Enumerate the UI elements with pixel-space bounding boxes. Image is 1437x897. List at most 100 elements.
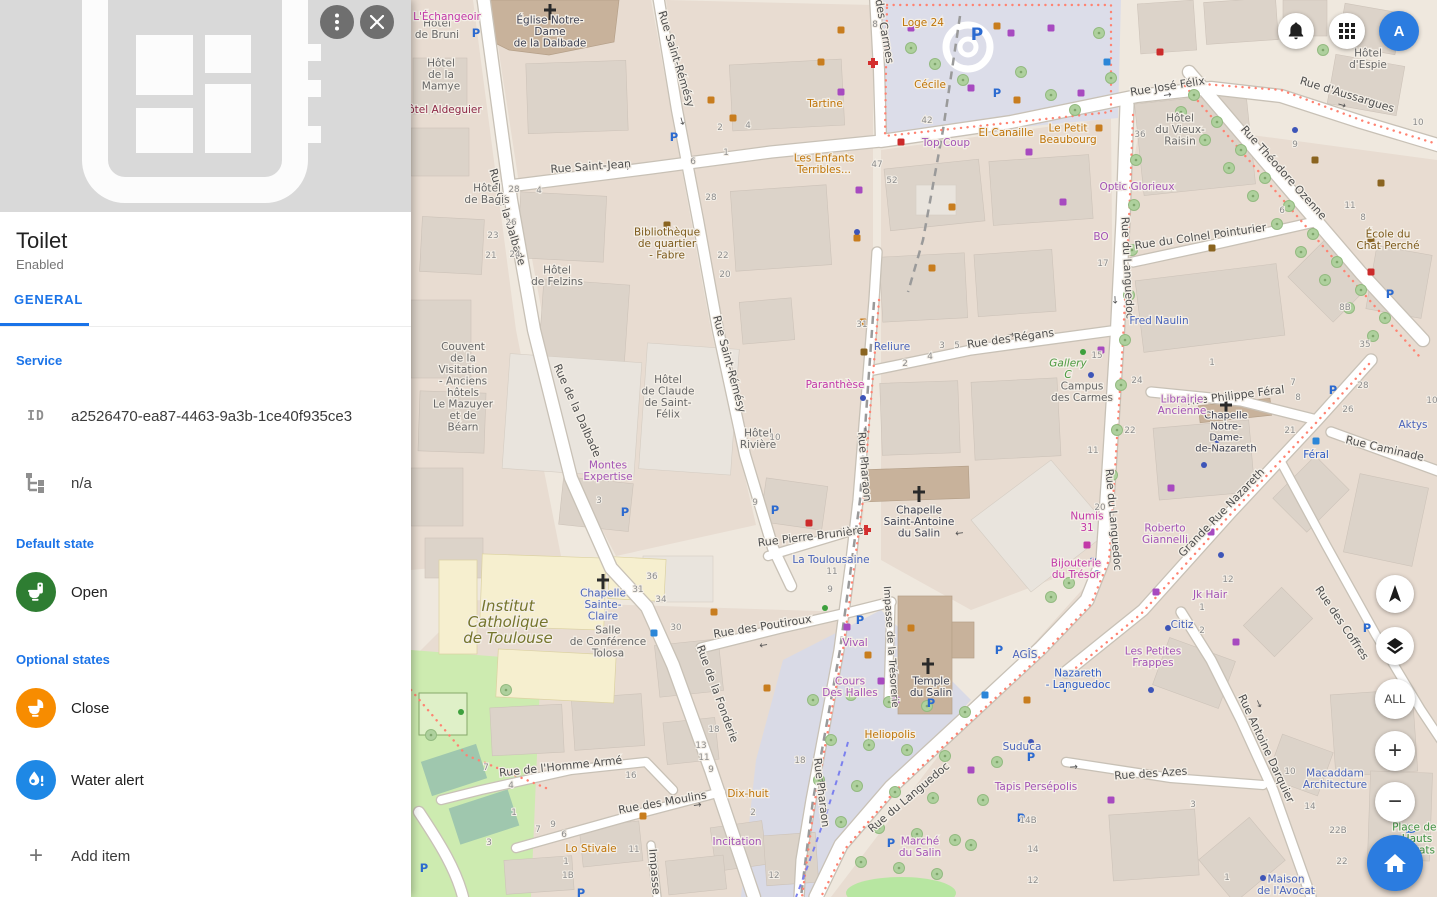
map-poi-label: Tartine bbox=[806, 98, 843, 110]
poi-icon bbox=[854, 235, 861, 242]
house-number: 22B bbox=[1329, 826, 1346, 836]
house-number: 22 bbox=[717, 251, 728, 261]
service-id-row: ID a2526470-ea87-4463-9a3b-1ce40f935ce3 bbox=[16, 408, 411, 425]
poi-icon bbox=[994, 23, 1001, 30]
parking-icon: P bbox=[1363, 621, 1371, 635]
house-number: 14 bbox=[1304, 802, 1316, 812]
poi-icon bbox=[861, 349, 868, 356]
misc-green-icon bbox=[1080, 349, 1086, 355]
map-poi-label: Hôtel Aldeguier bbox=[411, 104, 482, 116]
map-poi-label: Tapis Persépolis bbox=[994, 781, 1078, 793]
compass-locate-button[interactable] bbox=[1376, 575, 1414, 613]
house-number: 2 bbox=[902, 359, 908, 369]
layers-button[interactable] bbox=[1376, 627, 1414, 665]
service-id-value: a2526470-ea87-4463-9a3b-1ce40f935ce3 bbox=[71, 408, 352, 425]
kebab-menu-icon bbox=[335, 13, 339, 31]
house-number: 31 bbox=[632, 585, 643, 595]
house-number: 3 bbox=[486, 838, 492, 848]
house-number: 28 bbox=[1357, 381, 1368, 391]
map-poi-label: MontesExpertise bbox=[583, 459, 632, 483]
house-number: 7 bbox=[535, 825, 541, 835]
map-poi-label: Templedu Salin bbox=[910, 675, 952, 699]
oneway-arrow-icon: → bbox=[758, 638, 768, 650]
house-number: 10 bbox=[1284, 767, 1296, 777]
parking-icon: P bbox=[771, 503, 779, 517]
poi-icon bbox=[968, 767, 975, 774]
map-canvas[interactable]: PPPPPPPPPPPPPPPPPPP →→→→→→→→→→→→→→ Rue S… bbox=[411, 0, 1437, 897]
home-button[interactable] bbox=[1367, 835, 1423, 891]
house-number: 1 bbox=[511, 808, 517, 818]
house-number: 4 bbox=[508, 781, 514, 791]
poi-icon bbox=[865, 652, 872, 659]
zoom-in-button[interactable]: + bbox=[1375, 731, 1415, 771]
map-poi-label: AGÎS bbox=[1013, 648, 1038, 661]
add-item-row[interactable]: + Add item bbox=[16, 842, 411, 870]
map-poi-label: Nazareth- Languedoc bbox=[1046, 667, 1111, 691]
parking-icon: P bbox=[420, 861, 428, 875]
state-row-water-alert[interactable]: Water alert bbox=[16, 760, 411, 800]
house-number: 12 bbox=[1222, 575, 1233, 585]
poi-icon bbox=[806, 520, 813, 527]
map-poi-label: Suduca bbox=[1003, 741, 1042, 753]
house-number: 22 bbox=[1336, 857, 1347, 867]
poi-icon bbox=[1078, 90, 1085, 97]
notifications-button[interactable] bbox=[1278, 13, 1314, 49]
house-number: 8 bbox=[872, 20, 878, 30]
house-number: 1 bbox=[1199, 603, 1205, 613]
house-number: 15 bbox=[1091, 351, 1102, 361]
oneway-arrow-icon: → bbox=[954, 527, 964, 539]
close-panel-button[interactable] bbox=[360, 5, 394, 39]
house-number: 35 bbox=[1359, 340, 1370, 350]
state-label-water-alert: Water alert bbox=[71, 772, 144, 789]
office-dot-icon bbox=[1218, 552, 1224, 558]
map-poi-label: Hôteld'Espie bbox=[1349, 47, 1387, 71]
house-number: 12 bbox=[1027, 876, 1038, 886]
section-label-default-state: Default state bbox=[16, 536, 411, 551]
poi-icon bbox=[1096, 125, 1103, 132]
map-poi-label: Reliure bbox=[874, 341, 910, 353]
parking-icon: P bbox=[1386, 287, 1394, 301]
house-number: 28 bbox=[705, 193, 716, 203]
office-dot-icon bbox=[854, 229, 860, 235]
house-number: 22 bbox=[1124, 426, 1135, 436]
state-label-open: Open bbox=[71, 584, 108, 601]
house-number: 8B bbox=[1339, 303, 1351, 313]
house-number: 34 bbox=[655, 595, 667, 605]
avatar[interactable]: A bbox=[1379, 11, 1419, 51]
state-row-open[interactable]: Open bbox=[16, 572, 411, 612]
house-number: 21 bbox=[1284, 426, 1295, 436]
map-poi-label: Dix-huit bbox=[727, 788, 768, 800]
parking-icon: P bbox=[887, 836, 895, 850]
zoom-out-button[interactable]: − bbox=[1375, 782, 1415, 822]
map-poi-label: Les EnfantsTerribles... bbox=[794, 152, 855, 176]
poi-icon bbox=[982, 692, 989, 699]
state-label-close: Close bbox=[71, 700, 109, 717]
all-layers-button[interactable]: ALL bbox=[1375, 679, 1415, 719]
panel-header-image bbox=[0, 0, 411, 212]
active-tab-indicator bbox=[0, 323, 89, 326]
poi-icon bbox=[711, 609, 718, 616]
poi-icon bbox=[898, 139, 905, 146]
state-row-close[interactable]: Close bbox=[16, 688, 411, 728]
house-number: 2 bbox=[750, 808, 756, 818]
parking-icon: P bbox=[1329, 383, 1337, 397]
id-icon: ID bbox=[27, 409, 45, 424]
map-poi-label: LibrairieAncienne bbox=[1158, 393, 1207, 417]
tab-general[interactable]: GENERAL bbox=[14, 292, 83, 307]
house-number: 9 bbox=[1292, 140, 1298, 150]
house-number: 21 bbox=[485, 251, 496, 261]
toilet-closed-icon bbox=[16, 688, 56, 728]
house-number: 2 bbox=[717, 123, 723, 133]
poi-icon bbox=[838, 89, 845, 96]
house-number: 1 bbox=[563, 857, 569, 867]
poi-icon bbox=[949, 204, 956, 211]
house-number: 14B bbox=[1019, 816, 1036, 826]
more-options-button[interactable] bbox=[320, 5, 354, 39]
apps-grid-button[interactable] bbox=[1329, 13, 1365, 49]
map-poi-label: Jk Hair bbox=[1192, 589, 1228, 601]
house-number: 1 bbox=[1224, 873, 1230, 883]
map-area[interactable]: PPPPPPPPPPPPPPPPPPP →→→→→→→→→→→→→→ Rue S… bbox=[411, 0, 1437, 897]
house-number: 36 bbox=[1134, 130, 1146, 140]
map-poi-label: Loge 24 bbox=[902, 17, 944, 29]
map-poi-label: Top Coup bbox=[921, 137, 970, 149]
